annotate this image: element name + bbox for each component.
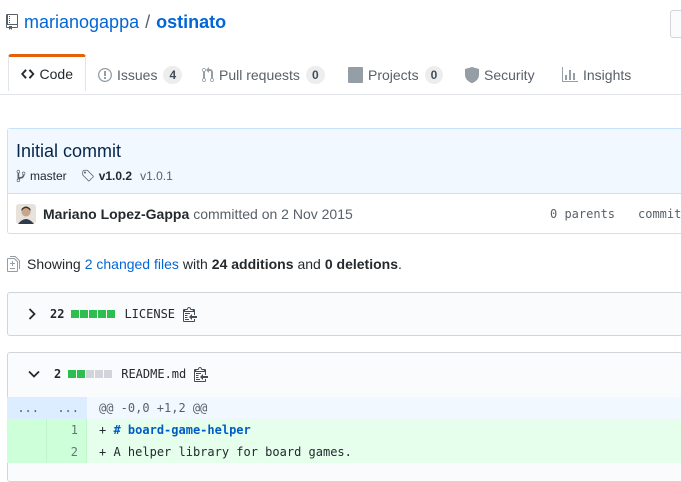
diffstat-block	[68, 370, 77, 378]
branch-icon	[16, 169, 26, 183]
diffstat-blocks	[68, 370, 113, 378]
tab-projects-label: Projects	[368, 66, 419, 83]
repo-owner-link[interactable]: marianogappa	[24, 12, 139, 33]
tab-pull-requests-label: Pull requests	[219, 66, 300, 83]
hunk-header-text: @@ -0,0 +1,2 @@	[87, 397, 681, 419]
header-action-button[interactable]	[670, 10, 681, 38]
toc-period: .	[397, 256, 402, 272]
repo-path-separator: /	[145, 11, 151, 32]
issue-icon	[98, 67, 112, 82]
tab-projects[interactable]: Projects 0	[348, 55, 444, 94]
tag-link-secondary[interactable]: v1.0.1	[140, 169, 173, 183]
new-line-number[interactable]: 1	[47, 419, 87, 441]
chevron-down-icon[interactable]	[28, 370, 40, 378]
deletions-count: 0 deletions	[324, 256, 398, 272]
toc-showing-text: Showing	[27, 256, 81, 272]
shield-icon	[465, 66, 479, 83]
diffstat-block	[77, 370, 86, 378]
tab-code-label: Code	[39, 66, 73, 82]
tag-link-primary[interactable]: v1.0.2	[99, 169, 132, 183]
projects-count-badge: 0	[424, 65, 444, 84]
toc-with-text: with	[182, 256, 208, 272]
diff-line: 2 + A helper library for board games.	[7, 441, 681, 463]
diff-line: 1 + # board-game-helper	[7, 419, 681, 441]
commit-box: Initial commit master v1.0.2 v1.0.1 Mari…	[7, 128, 681, 234]
tab-issues[interactable]: Issues 4	[98, 55, 183, 94]
parents-count: 0 parents	[550, 207, 616, 221]
tab-code[interactable]: Code	[8, 54, 86, 91]
repo-name-link[interactable]: ostinato	[156, 12, 226, 33]
chevron-right-icon[interactable]	[28, 308, 36, 320]
pull-requests-count-badge: 0	[305, 65, 325, 84]
hunk-header-row: ... ... @@ -0,0 +1,2 @@	[7, 397, 681, 419]
diff-line-text: A helper library for board games.	[113, 445, 352, 459]
file-diff-icon	[7, 256, 20, 272]
commit-title: Initial commit	[16, 141, 122, 161]
repo-nav-tabs: Code Issues 4 Pull requests 0 Projects 0…	[0, 54, 681, 95]
changed-files-link[interactable]: 2 changed files	[85, 256, 179, 272]
tab-insights-label: Insights	[583, 66, 632, 83]
commit-sha-label: commit	[638, 207, 681, 221]
repo-icon	[6, 14, 18, 30]
additions-count: 24 additions	[211, 256, 294, 272]
diff-summary: Showing 2 changed files with 24 addition…	[7, 254, 402, 274]
commit-date-text: committed on 2 Nov 2015	[193, 206, 353, 222]
diffstat-block	[71, 310, 80, 318]
diff-line-text: # board-game-helper	[113, 423, 251, 437]
file-changes-count: 22	[50, 307, 65, 321]
toc-and-text: and	[297, 256, 321, 272]
old-line-number[interactable]	[7, 419, 47, 441]
tab-security-label: Security	[484, 66, 535, 83]
tab-security[interactable]: Security	[465, 55, 535, 94]
branch-link[interactable]: master	[30, 169, 67, 183]
diffstat-blocks	[71, 310, 116, 318]
diffstat-block	[89, 310, 98, 318]
diff-line-code: + A helper library for board games.	[87, 441, 681, 463]
diff-line-code: + # board-game-helper	[87, 419, 681, 441]
expand-down-button[interactable]: ...	[47, 397, 87, 419]
diffstat-block	[104, 370, 113, 378]
file-license: 22 LICENSE	[7, 292, 681, 336]
expand-up-button[interactable]: ...	[7, 397, 47, 419]
clipboard-icon[interactable]	[194, 366, 209, 382]
tab-pull-requests[interactable]: Pull requests 0	[202, 55, 325, 94]
diff-line-sign: +	[99, 445, 107, 459]
diffstat-block	[80, 310, 89, 318]
file-header-license[interactable]: 22 LICENSE	[8, 293, 681, 335]
diff-line-sign: +	[99, 423, 107, 437]
diffstat-block	[107, 310, 116, 318]
diffstat-block	[98, 310, 107, 318]
commit-title-area: Initial commit master v1.0.2 v1.0.1	[8, 129, 681, 194]
tab-insights[interactable]: Insights	[562, 55, 631, 94]
issues-count-badge: 4	[163, 65, 183, 84]
project-icon	[348, 66, 363, 83]
old-line-number[interactable]	[7, 441, 47, 463]
diffstat-block	[86, 370, 95, 378]
avatar[interactable]	[16, 204, 36, 224]
diff-table: ... ... @@ -0,0 +1,2 @@ 1 + # board-game…	[7, 397, 681, 463]
commit-branch-tags: master v1.0.2 v1.0.1	[16, 169, 173, 183]
graph-icon	[562, 66, 578, 82]
tab-issues-label: Issues	[117, 66, 158, 83]
new-line-number[interactable]: 2	[47, 441, 87, 463]
tag-icon	[82, 169, 94, 182]
file-header-readme[interactable]: 2 README.md	[8, 353, 681, 395]
repo-header: marianogappa / ostinato	[6, 10, 226, 34]
file-name-link[interactable]: README.md	[121, 367, 186, 381]
avatar-image	[16, 204, 36, 224]
author-link[interactable]: Mariano Lopez-Gappa	[43, 206, 189, 222]
code-icon	[21, 69, 35, 79]
diffstat-block	[95, 370, 104, 378]
commit-author-row: Mariano Lopez-Gappa committed on 2 Nov 2…	[16, 203, 353, 225]
file-changes-count: 2	[54, 367, 62, 381]
pull-request-icon	[202, 66, 214, 82]
file-name-link[interactable]: LICENSE	[124, 307, 175, 321]
clipboard-icon[interactable]	[183, 306, 198, 322]
